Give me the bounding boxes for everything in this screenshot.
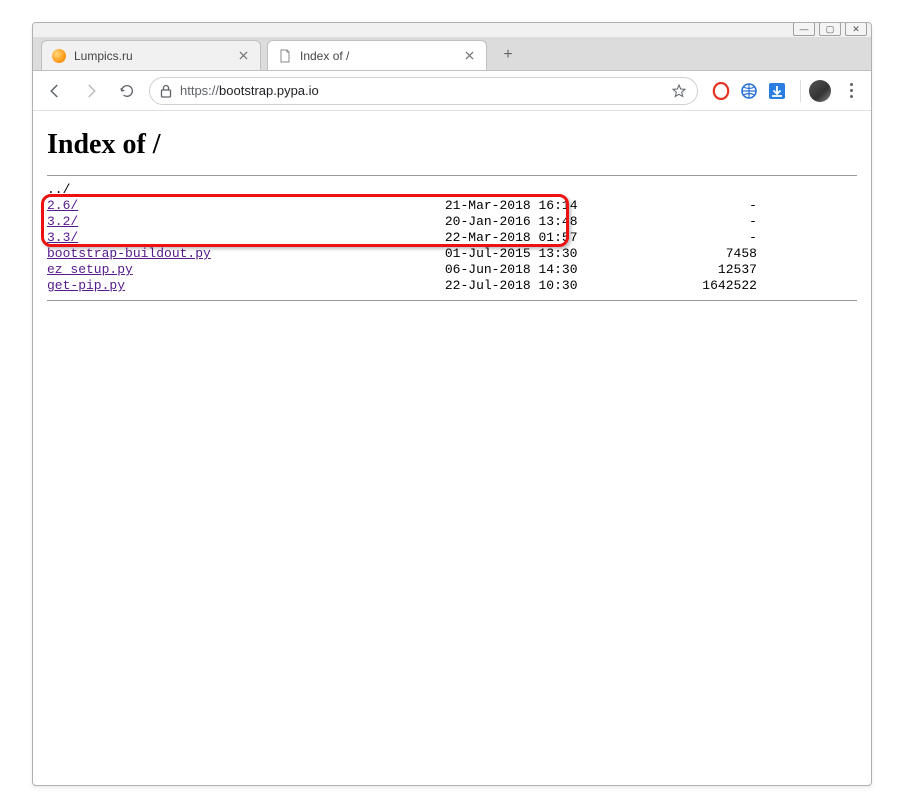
listing-link[interactable]: ez_setup.py	[47, 262, 133, 277]
toolbar-separator	[800, 80, 801, 102]
profile-avatar[interactable]	[809, 80, 831, 102]
listing-link[interactable]: 3.3/	[47, 230, 78, 245]
listing-row: bootstrap-buildout.py 01-Jul-2015 13:30 …	[47, 246, 757, 261]
favicon-orange-icon	[52, 49, 66, 63]
browser-menu-button[interactable]	[839, 83, 863, 98]
listing-row: 2.6/ 21-Mar-2018 16:14 -	[47, 198, 757, 213]
tab-index-of[interactable]: Index of /	[267, 40, 487, 70]
tab-title: Index of /	[300, 49, 454, 63]
back-button[interactable]	[41, 77, 69, 105]
listing-link[interactable]: get-pip.py	[47, 278, 125, 293]
page-title: Index of /	[47, 129, 857, 161]
window-titlebar: — ▢ ✕	[33, 23, 871, 37]
tab-title: Lumpics.ru	[74, 49, 228, 63]
lock-icon	[160, 84, 172, 98]
close-icon[interactable]	[462, 49, 476, 63]
tab-strip: Lumpics.ru Index of / +	[33, 37, 871, 71]
listing-row: ../	[47, 182, 70, 197]
tab-lumpics[interactable]: Lumpics.ru	[41, 40, 261, 70]
favicon-page-icon	[278, 49, 292, 63]
listing-row: 3.2/ 20-Jan-2016 13:48 -	[47, 214, 757, 229]
window-controls: — ▢ ✕	[793, 22, 867, 36]
listing-row: ez_setup.py 06-Jun-2018 14:30 12537	[47, 262, 757, 277]
extension-icons	[706, 82, 792, 100]
listing-row: get-pip.py 22-Jul-2018 10:30 1642522	[47, 278, 757, 293]
opera-icon[interactable]	[712, 82, 730, 100]
window-minimize-button[interactable]: —	[793, 22, 815, 36]
hr-bottom	[47, 300, 857, 301]
globe-icon[interactable]	[740, 82, 758, 100]
bookmark-star-icon[interactable]	[671, 83, 687, 99]
listing-link[interactable]: bootstrap-buildout.py	[47, 246, 211, 261]
download-icon[interactable]	[768, 82, 786, 100]
url-host: bootstrap.pypa.io	[219, 83, 319, 98]
url-protocol: https://	[180, 83, 219, 98]
browser-toolbar: https://bootstrap.pypa.io	[33, 71, 871, 111]
forward-button[interactable]	[77, 77, 105, 105]
listing-link[interactable]: 2.6/	[47, 198, 78, 213]
listing-row: 3.3/ 22-Mar-2018 01:57 -	[47, 230, 757, 245]
hr-top	[47, 175, 857, 176]
window-maximize-button[interactable]: ▢	[819, 22, 841, 36]
page-content: Index of / ../ 2.6/ 21-Mar-2018 16:14 - …	[33, 111, 871, 785]
directory-listing: ../ 2.6/ 21-Mar-2018 16:14 - 3.2/ 20-Jan…	[47, 182, 857, 294]
address-bar[interactable]: https://bootstrap.pypa.io	[149, 77, 698, 105]
reload-button[interactable]	[113, 77, 141, 105]
new-tab-button[interactable]: +	[495, 42, 521, 68]
window-close-button[interactable]: ✕	[845, 22, 867, 36]
close-icon[interactable]	[236, 49, 250, 63]
listing-link[interactable]: 3.2/	[47, 214, 78, 229]
browser-window: — ▢ ✕ Lumpics.ru Index of / +	[32, 22, 872, 786]
